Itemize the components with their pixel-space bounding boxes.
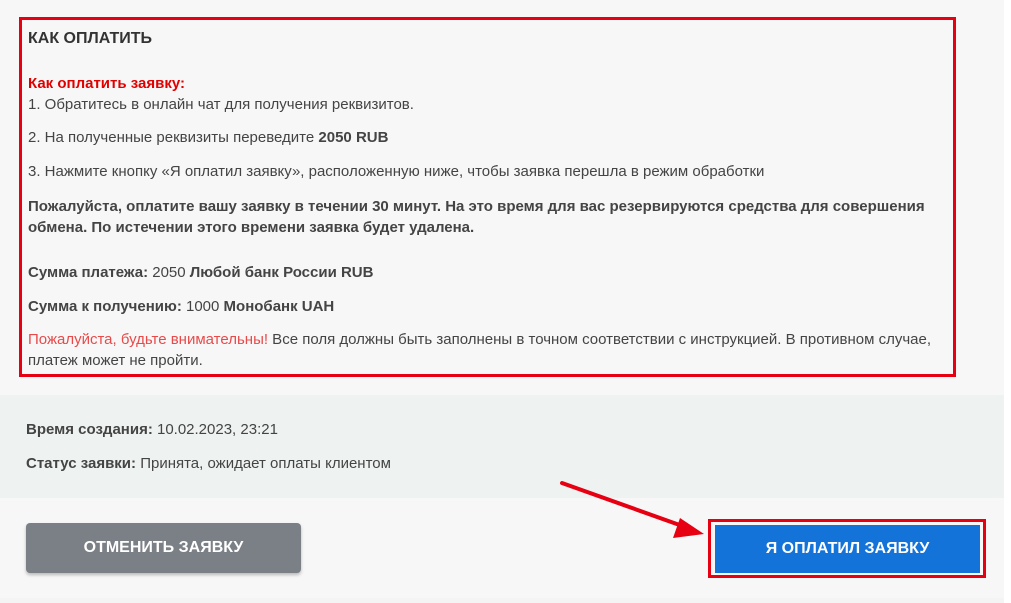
arrow-right-down-icon (560, 481, 704, 538)
